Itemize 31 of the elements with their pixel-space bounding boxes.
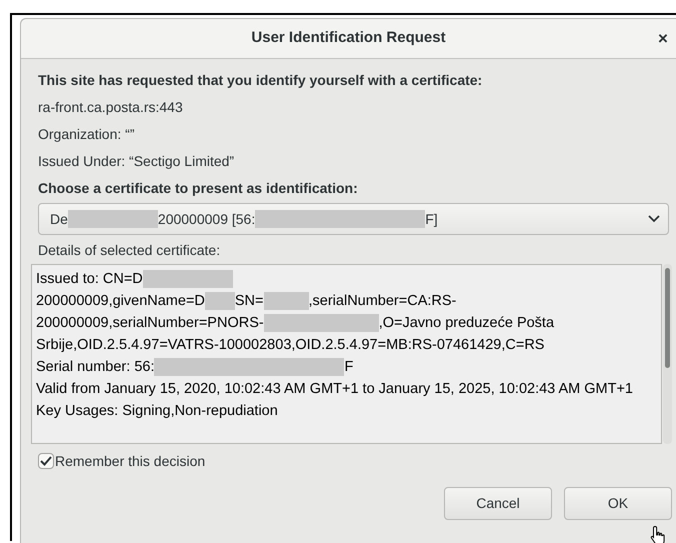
request-heading: This site has requested that you identify yourself with a certificate:	[38, 71, 484, 90]
dialog-button[interactable]: Cancel	[444, 487, 552, 520]
certificate-text: F	[344, 359, 354, 375]
certificate-text: 200000009 [56:	[158, 210, 256, 229]
details-label: Details of selected certificate:	[38, 241, 222, 260]
certificate-text: De	[50, 210, 68, 228]
certificate-text: ,serialNumber=CA:RS-	[308, 293, 456, 309]
redacted-block	[264, 292, 309, 310]
certificate-text: 200000009,serialNumber=PNORS-	[36, 315, 264, 331]
host-text: ra-front.ca.posta.rs:443	[38, 98, 184, 117]
details-line: Valid from January 15, 2020, 10:02:43 AM GMT+1 to January 15, 2025, 10:02:43 AM GMT+1	[36, 380, 634, 399]
chevron-down-icon	[648, 215, 660, 223]
certificate-text: 200000009,givenName=D	[36, 293, 205, 309]
redacted-block	[204, 292, 235, 310]
certificate-dropdown[interactable]: De 200000009 [56: F]	[38, 203, 669, 235]
details-line: Key Usages: Signing,Non-repudiation	[36, 402, 279, 421]
organization-text: Organization: “”	[38, 125, 136, 144]
remember-checkbox[interactable]	[38, 453, 54, 469]
close-button[interactable]: ×	[653, 28, 673, 48]
certificate-text: F]	[425, 210, 438, 229]
issuer-text: Issued Under: “Sectigo Limited”	[38, 152, 236, 171]
certificate-text: ,O=Javno preduzeće Pošta	[378, 315, 554, 331]
scrollbar[interactable]	[663, 264, 672, 444]
window-title: User Identification Request	[251, 28, 446, 48]
remember-label: Remember this decision	[55, 452, 206, 470]
dialog-button[interactable]: OK	[564, 487, 672, 520]
certificate-text: SN=	[234, 293, 264, 309]
certificate-text: Issued to: CN=D	[36, 271, 143, 287]
certificate-text: Serial number: 56:	[36, 359, 154, 375]
details-line: Srbije,OID.2.5.4.97=VATRS-100002803,OID.2.5.4.97=MB:RS-07461429,C=RS	[36, 336, 546, 355]
choose-label: Choose a certificate to present as identification:	[38, 179, 359, 198]
